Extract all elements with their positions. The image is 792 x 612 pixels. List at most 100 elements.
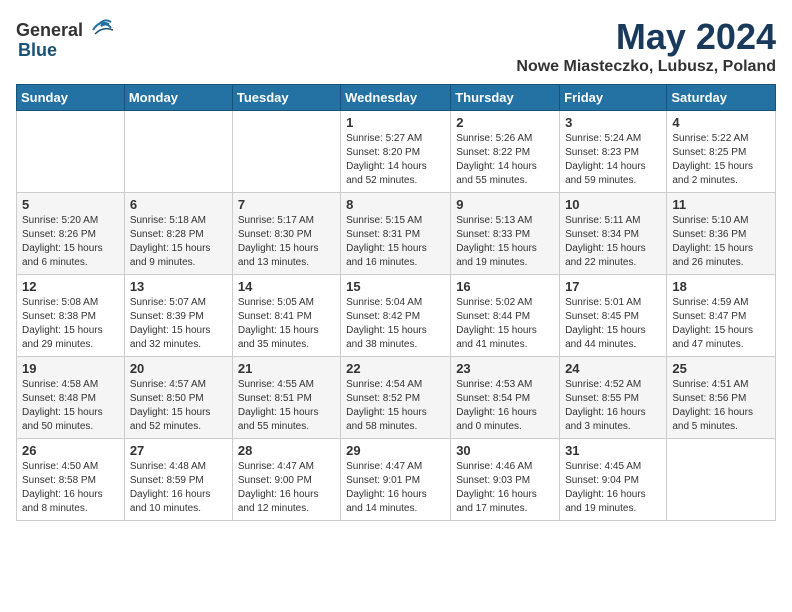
calendar-cell: 13 Sunrise: 5:07 AM Sunset: 8:39 PM Dayli… xyxy=(124,275,232,357)
calendar-cell: 17 Sunrise: 5:01 AM Sunset: 8:45 PM Dayli… xyxy=(560,275,667,357)
day-info: Sunrise: 4:46 AM Sunset: 9:03 PM Dayligh… xyxy=(456,460,554,516)
month-title: May 2024 xyxy=(516,16,776,58)
day-number: 4 xyxy=(672,115,770,130)
day-info: Sunrise: 5:13 AM Sunset: 8:33 PM Dayligh… xyxy=(456,214,554,270)
calendar-cell: 24Sunrise: 4:52 AM Sunset: 8:55 PM Dayli… xyxy=(560,357,667,439)
calendar-cell: 11Sunrise: 5:10 AM Sunset: 8:36 PM Dayli… xyxy=(667,193,776,275)
calendar-cell: 27 Sunrise: 4:48 AM Sunset: 8:59 PM Dayli… xyxy=(124,439,232,521)
calendar-cell: 9 Sunrise: 5:13 AM Sunset: 8:33 PM Daylig… xyxy=(451,193,560,275)
day-number: 12 xyxy=(22,279,119,294)
calendar-cell xyxy=(232,111,340,193)
calendar-cell: 28 Sunrise: 4:47 AM Sunset: 9:00 PM Dayli… xyxy=(232,439,340,521)
weekday-header-monday: Monday xyxy=(124,85,232,111)
day-number: 6 xyxy=(130,197,227,212)
day-info: Sunrise: 5:22 AM Sunset: 8:25 PM Dayligh… xyxy=(672,132,770,188)
day-info: Sunrise: 4:51 AM Sunset: 8:56 PM Dayligh… xyxy=(672,378,770,434)
calendar-cell: 6 Sunrise: 5:18 AM Sunset: 8:28 PM Daylig… xyxy=(124,193,232,275)
day-info: Sunrise: 5:27 AM Sunset: 8:20 PM Dayligh… xyxy=(346,132,445,188)
location-title: Nowe Miasteczko, Lubusz, Poland xyxy=(516,58,776,76)
day-info: Sunrise: 4:47 AM Sunset: 9:00 PM Dayligh… xyxy=(238,460,335,516)
weekday-header-saturday: Saturday xyxy=(667,85,776,111)
day-info: Sunrise: 5:26 AM Sunset: 8:22 PM Dayligh… xyxy=(456,132,554,188)
calendar-cell xyxy=(17,111,125,193)
day-number: 10 xyxy=(565,197,661,212)
day-info: Sunrise: 5:01 AM Sunset: 8:45 PM Dayligh… xyxy=(565,296,661,352)
calendar-table: SundayMondayTuesdayWednesdayThursdayFrid… xyxy=(16,84,776,521)
calendar-week-row: 5 Sunrise: 5:20 AM Sunset: 8:26 PM Daylig… xyxy=(17,193,776,275)
day-number: 23 xyxy=(456,361,554,376)
day-info: Sunrise: 5:15 AM Sunset: 8:31 PM Dayligh… xyxy=(346,214,445,270)
day-number: 18 xyxy=(672,279,770,294)
day-info: Sunrise: 4:47 AM Sunset: 9:01 PM Dayligh… xyxy=(346,460,445,516)
day-number: 13 xyxy=(130,279,227,294)
day-number: 7 xyxy=(238,197,335,212)
calendar-cell: 30 Sunrise: 4:46 AM Sunset: 9:03 PM Dayli… xyxy=(451,439,560,521)
day-info: Sunrise: 4:48 AM Sunset: 8:59 PM Dayligh… xyxy=(130,460,227,516)
day-number: 17 xyxy=(565,279,661,294)
day-number: 15 xyxy=(346,279,445,294)
logo: General Blue xyxy=(16,16,113,61)
calendar-cell: 31 Sunrise: 4:45 AM Sunset: 9:04 PM Dayli… xyxy=(560,439,667,521)
day-info: Sunrise: 5:02 AM Sunset: 8:44 PM Dayligh… xyxy=(456,296,554,352)
calendar-cell: 2Sunrise: 5:26 AM Sunset: 8:22 PM Daylig… xyxy=(451,111,560,193)
day-number: 16 xyxy=(456,279,554,294)
day-info: Sunrise: 4:54 AM Sunset: 8:52 PM Dayligh… xyxy=(346,378,445,434)
day-number: 22 xyxy=(346,361,445,376)
day-number: 25 xyxy=(672,361,770,376)
title-block: May 2024 Nowe Miasteczko, Lubusz, Poland xyxy=(516,16,776,76)
calendar-week-row: 26 Sunrise: 4:50 AM Sunset: 8:58 PM Dayli… xyxy=(17,439,776,521)
calendar-cell: 3 Sunrise: 5:24 AM Sunset: 8:23 PM Daylig… xyxy=(560,111,667,193)
day-number: 29 xyxy=(346,443,445,458)
day-info: Sunrise: 5:20 AM Sunset: 8:26 PM Dayligh… xyxy=(22,214,119,270)
day-number: 14 xyxy=(238,279,335,294)
logo-icon xyxy=(85,16,113,44)
day-info: Sunrise: 5:07 AM Sunset: 8:39 PM Dayligh… xyxy=(130,296,227,352)
calendar-cell: 4 Sunrise: 5:22 AM Sunset: 8:25 PM Daylig… xyxy=(667,111,776,193)
day-number: 28 xyxy=(238,443,335,458)
day-info: Sunrise: 4:58 AM Sunset: 8:48 PM Dayligh… xyxy=(22,378,119,434)
day-info: Sunrise: 5:05 AM Sunset: 8:41 PM Dayligh… xyxy=(238,296,335,352)
day-number: 26 xyxy=(22,443,119,458)
calendar-cell: 23 Sunrise: 4:53 AM Sunset: 8:54 PM Dayli… xyxy=(451,357,560,439)
day-info: Sunrise: 4:55 AM Sunset: 8:51 PM Dayligh… xyxy=(238,378,335,434)
calendar-cell: 12 Sunrise: 5:08 AM Sunset: 8:38 PM Dayli… xyxy=(17,275,125,357)
day-number: 27 xyxy=(130,443,227,458)
calendar-cell: 8 Sunrise: 5:15 AM Sunset: 8:31 PM Daylig… xyxy=(341,193,451,275)
weekday-header-sunday: Sunday xyxy=(17,85,125,111)
calendar-week-row: 12 Sunrise: 5:08 AM Sunset: 8:38 PM Dayli… xyxy=(17,275,776,357)
day-info: Sunrise: 5:24 AM Sunset: 8:23 PM Dayligh… xyxy=(565,132,661,188)
day-number: 30 xyxy=(456,443,554,458)
weekday-header-row: SundayMondayTuesdayWednesdayThursdayFrid… xyxy=(17,85,776,111)
weekday-header-wednesday: Wednesday xyxy=(341,85,451,111)
calendar-week-row: 19Sunrise: 4:58 AM Sunset: 8:48 PM Dayli… xyxy=(17,357,776,439)
calendar-cell: 19Sunrise: 4:58 AM Sunset: 8:48 PM Dayli… xyxy=(17,357,125,439)
day-info: Sunrise: 5:04 AM Sunset: 8:42 PM Dayligh… xyxy=(346,296,445,352)
calendar-cell: 7Sunrise: 5:17 AM Sunset: 8:30 PM Daylig… xyxy=(232,193,340,275)
calendar-cell: 26 Sunrise: 4:50 AM Sunset: 8:58 PM Dayli… xyxy=(17,439,125,521)
day-info: Sunrise: 5:08 AM Sunset: 8:38 PM Dayligh… xyxy=(22,296,119,352)
day-number: 9 xyxy=(456,197,554,212)
day-number: 8 xyxy=(346,197,445,212)
day-number: 3 xyxy=(565,115,661,130)
calendar-week-row: 1Sunrise: 5:27 AM Sunset: 8:20 PM Daylig… xyxy=(17,111,776,193)
day-info: Sunrise: 5:18 AM Sunset: 8:28 PM Dayligh… xyxy=(130,214,227,270)
day-info: Sunrise: 4:45 AM Sunset: 9:04 PM Dayligh… xyxy=(565,460,661,516)
calendar-cell: 15 Sunrise: 5:04 AM Sunset: 8:42 PM Dayli… xyxy=(341,275,451,357)
day-info: Sunrise: 4:57 AM Sunset: 8:50 PM Dayligh… xyxy=(130,378,227,434)
weekday-header-tuesday: Tuesday xyxy=(232,85,340,111)
calendar-cell: 1Sunrise: 5:27 AM Sunset: 8:20 PM Daylig… xyxy=(341,111,451,193)
day-info: Sunrise: 4:50 AM Sunset: 8:58 PM Dayligh… xyxy=(22,460,119,516)
day-number: 21 xyxy=(238,361,335,376)
calendar-cell: 14 Sunrise: 5:05 AM Sunset: 8:41 PM Dayli… xyxy=(232,275,340,357)
calendar-cell: 16 Sunrise: 5:02 AM Sunset: 8:44 PM Dayli… xyxy=(451,275,560,357)
weekday-header-friday: Friday xyxy=(560,85,667,111)
logo-blue: Blue xyxy=(18,40,57,61)
calendar-cell: 5 Sunrise: 5:20 AM Sunset: 8:26 PM Daylig… xyxy=(17,193,125,275)
day-number: 31 xyxy=(565,443,661,458)
day-info: Sunrise: 4:53 AM Sunset: 8:54 PM Dayligh… xyxy=(456,378,554,434)
day-number: 24 xyxy=(565,361,661,376)
day-number: 5 xyxy=(22,197,119,212)
calendar-cell: 25 Sunrise: 4:51 AM Sunset: 8:56 PM Dayli… xyxy=(667,357,776,439)
calendar-cell: 18Sunrise: 4:59 AM Sunset: 8:47 PM Dayli… xyxy=(667,275,776,357)
calendar-cell xyxy=(667,439,776,521)
